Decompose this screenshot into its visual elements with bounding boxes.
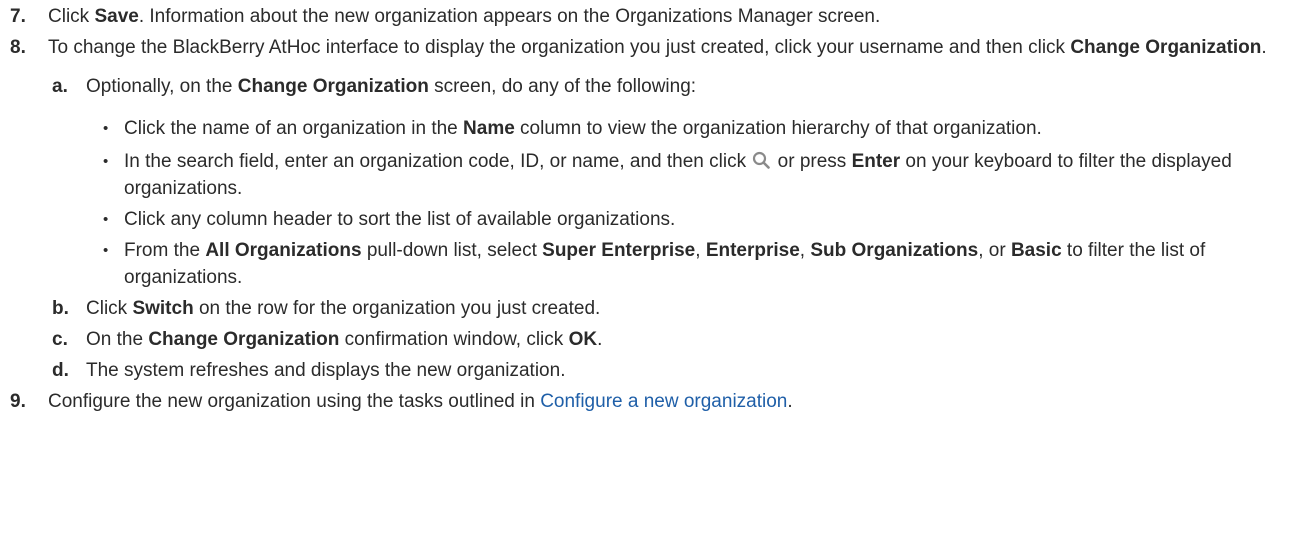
bullet-text: column to view the organization hierarch… [514,118,1042,139]
sub-organizations-label: Sub Organizations [810,240,979,261]
step-number: 9. [10,391,26,412]
bullet-item: • Click any column header to sort the li… [0,206,1315,233]
change-organization-label: Change Organization [1070,37,1262,58]
substep-text: screen, do any of the following: [428,76,697,97]
separator: , [695,240,706,261]
bullet-text: In the search field, enter an organizati… [124,151,752,172]
bullet-dot: • [103,153,109,170]
step-text: . Information about the new organization… [138,6,881,27]
all-organizations-label: All Organizations [205,240,362,261]
bullet-dot: • [103,211,109,228]
substep-letter: c. [52,329,68,350]
substep-text: The system refreshes and displays the ne… [86,360,566,381]
name-column-label: Name [463,118,515,139]
bullet-text: Click any column header to sort the list… [124,209,676,230]
bullet-dot: • [103,242,109,259]
document-page: 7. Click Save. Information about the new… [0,0,1315,553]
substep-text: On the [86,329,149,350]
enter-key-label: Enter [851,151,901,172]
step-text: . [1261,37,1267,58]
switch-label: Switch [132,298,194,319]
step-number: 7. [10,6,26,27]
configure-organization-link[interactable]: Configure a new organization [540,391,787,412]
step-text: Configure the new organization using the… [48,391,541,412]
separator: , or [978,240,1011,261]
substep-letter: d. [52,360,69,381]
super-enterprise-label: Super Enterprise [542,240,696,261]
ok-label: OK [568,329,598,350]
bullet-text: From the [124,240,206,261]
bullet-dot: • [103,120,109,137]
substep-text: . [597,329,603,350]
bullet-text: pull-down list, select [361,240,543,261]
substep-a: a. Optionally, on the Change Organizatio… [0,73,1315,100]
substep-c: c. On the Change Organization confirmati… [0,326,1315,353]
substep-text: confirmation window, click [339,329,569,350]
step-text: Click [48,6,95,27]
step-9: 9. Configure the new organization using … [0,388,1315,415]
substep-text: on the row for the organization you just… [193,298,601,319]
search-icon [752,150,771,169]
substep-text: Click [86,298,133,319]
bullet-item: • Click the name of an organization in t… [0,115,1315,142]
bullet-text: Click the name of an organization in the [124,118,464,139]
separator: , [799,240,811,261]
change-organization-label: Change Organization [237,76,429,97]
step-7: 7. Click Save. Information about the new… [0,3,1315,30]
substep-letter: b. [52,298,69,319]
substep-text: Optionally, on the [86,76,238,97]
bullet-text: or press [772,151,852,172]
change-organization-label: Change Organization [148,329,340,350]
substep-d: d. The system refreshes and displays the… [0,357,1315,384]
step-text: . [787,391,793,412]
substep-letter: a. [52,76,68,97]
basic-label: Basic [1010,240,1062,261]
bullet-item: • In the search field, enter an organiza… [0,148,1315,202]
bullet-item: • From the All Organizations pull-down l… [0,237,1315,291]
save-label: Save [94,6,139,27]
enterprise-label: Enterprise [705,240,800,261]
step-number: 8. [10,37,26,58]
substep-b: b. Click Switch on the row for the organ… [0,295,1315,322]
step-8: 8. To change the BlackBerry AtHoc interf… [0,34,1315,61]
step-text: To change the BlackBerry AtHoc interface… [48,37,1071,58]
